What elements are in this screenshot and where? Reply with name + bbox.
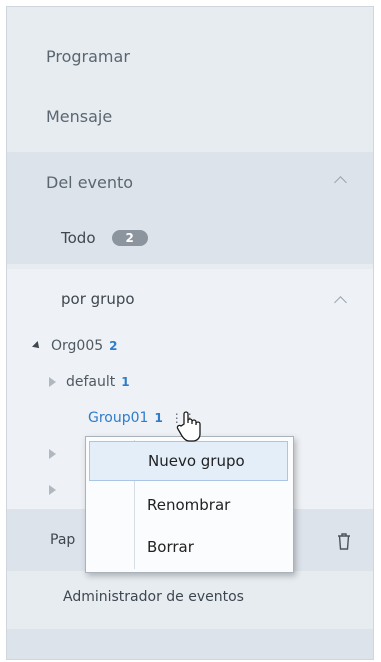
admin-label: Administrador de eventos	[63, 589, 244, 605]
section-title: por grupo	[61, 290, 135, 308]
collapsed-arrow-icon[interactable]	[49, 485, 56, 495]
menu-item-borrar[interactable]: Borrar	[89, 527, 288, 567]
menu-item-nuevo-grupo[interactable]: Nuevo grupo	[89, 441, 288, 481]
section-header-del-evento[interactable]: Del evento	[7, 152, 373, 212]
count-badge: 2	[111, 230, 148, 246]
todo-label: Todo	[61, 229, 96, 247]
org-name: Org005	[51, 338, 104, 354]
item-label: Pap	[50, 532, 76, 548]
org-count: 2	[109, 339, 118, 353]
chevron-up-icon[interactable]	[334, 296, 347, 309]
chevron-up-icon[interactable]	[334, 176, 347, 189]
nav-item-mensaje[interactable]: Mensaje	[7, 87, 373, 145]
filter-item-todo[interactable]: Todo 2	[7, 212, 373, 264]
menu-item-label: Nuevo grupo	[148, 452, 245, 470]
nav-label: Mensaje	[46, 106, 113, 126]
tree-node-org[interactable]: Org005 2	[7, 331, 373, 361]
hand-pointer-icon	[176, 411, 201, 442]
collapsed-arrow-icon[interactable]	[49, 377, 56, 387]
group-count: 1	[154, 411, 163, 425]
section-header-por-grupo[interactable]: por grupo	[7, 269, 373, 329]
context-menu: Nuevo grupo Renombrar Borrar	[85, 436, 294, 573]
nav-item-admin-eventos[interactable]: Administrador de eventos	[7, 582, 373, 612]
menu-item-label: Renombrar	[147, 496, 231, 514]
panel-footer	[7, 629, 373, 659]
section-title: Del evento	[46, 172, 134, 192]
collapsed-arrow-icon[interactable]	[49, 449, 56, 459]
menu-item-label: Borrar	[147, 538, 194, 556]
expanded-arrow-icon[interactable]	[32, 341, 42, 351]
group-count: 1	[121, 375, 130, 389]
tree-node-default[interactable]: default 1	[7, 367, 373, 397]
trash-icon[interactable]	[337, 533, 351, 550]
group-name: Group01	[88, 410, 149, 426]
nav-label: Programar	[46, 46, 130, 66]
menu-item-renombrar[interactable]: Renombrar	[89, 485, 288, 525]
nav-item-programar[interactable]: Programar	[7, 27, 373, 85]
group-name: default	[66, 374, 116, 390]
